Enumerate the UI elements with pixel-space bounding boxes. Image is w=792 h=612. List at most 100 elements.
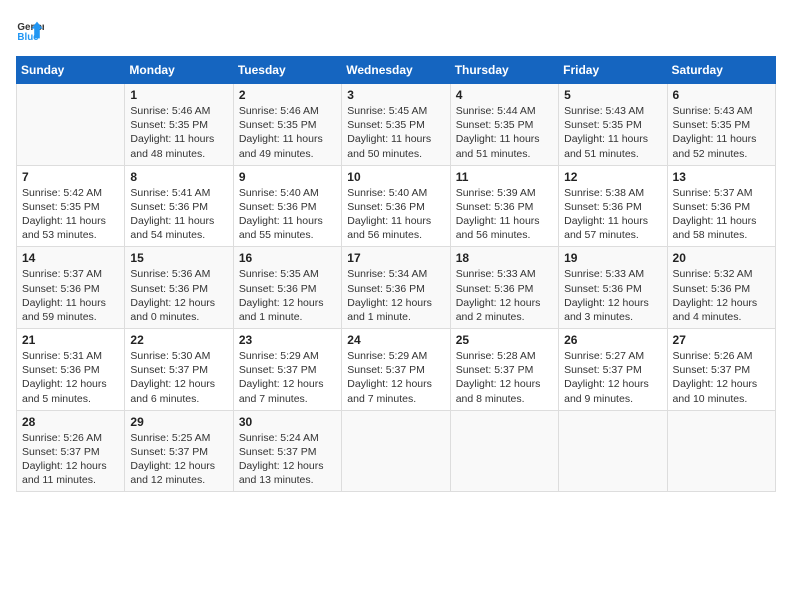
calendar-cell: 30 Sunrise: 5:24 AM Sunset: 5:37 PM Dayli… (233, 410, 341, 492)
day-number: 17 (347, 251, 444, 265)
day-number: 21 (22, 333, 119, 347)
day-info: Sunrise: 5:34 AM Sunset: 5:36 PM Dayligh… (347, 267, 444, 324)
calendar-cell: 9 Sunrise: 5:40 AM Sunset: 5:36 PM Daylig… (233, 165, 341, 247)
day-info: Sunrise: 5:41 AM Sunset: 5:36 PM Dayligh… (130, 186, 227, 243)
day-number: 22 (130, 333, 227, 347)
header-saturday: Saturday (667, 57, 775, 84)
day-info: Sunrise: 5:27 AM Sunset: 5:37 PM Dayligh… (564, 349, 661, 406)
calendar-cell: 24 Sunrise: 5:29 AM Sunset: 5:37 PM Dayli… (342, 329, 450, 411)
day-number: 23 (239, 333, 336, 347)
day-number: 18 (456, 251, 553, 265)
calendar-cell: 14Sunrise: 5:37 AM Sunset: 5:36 PM Dayli… (17, 247, 125, 329)
calendar-cell: 22 Sunrise: 5:30 AM Sunset: 5:37 PM Dayli… (125, 329, 233, 411)
day-info: Sunrise: 5:36 AM Sunset: 5:36 PM Dayligh… (130, 267, 227, 324)
day-number: 13 (673, 170, 770, 184)
header-thursday: Thursday (450, 57, 558, 84)
day-info: Sunrise: 5:25 AM Sunset: 5:37 PM Dayligh… (130, 431, 227, 488)
calendar-cell: 6 Sunrise: 5:43 AM Sunset: 5:35 PM Daylig… (667, 84, 775, 166)
page-header: General Blue (16, 16, 776, 44)
day-number: 1 (130, 88, 227, 102)
calendar-week-row: 7Sunrise: 5:42 AM Sunset: 5:35 PM Daylig… (17, 165, 776, 247)
calendar-week-row: 1 Sunrise: 5:46 AM Sunset: 5:35 PM Daylig… (17, 84, 776, 166)
day-number: 2 (239, 88, 336, 102)
calendar-cell: 29 Sunrise: 5:25 AM Sunset: 5:37 PM Dayli… (125, 410, 233, 492)
day-info: Sunrise: 5:33 AM Sunset: 5:36 PM Dayligh… (456, 267, 553, 324)
calendar-cell: 7Sunrise: 5:42 AM Sunset: 5:35 PM Daylig… (17, 165, 125, 247)
calendar-cell: 18 Sunrise: 5:33 AM Sunset: 5:36 PM Dayli… (450, 247, 558, 329)
calendar-cell: 1Sunrise: 5:46 AM Sunset: 5:35 PM Daylig… (125, 84, 233, 166)
calendar-cell: 4 Sunrise: 5:44 AM Sunset: 5:35 PM Daylig… (450, 84, 558, 166)
calendar-cell: 2 Sunrise: 5:46 AM Sunset: 5:35 PM Daylig… (233, 84, 341, 166)
day-info: Sunrise: 5:33 AM Sunset: 5:36 PM Dayligh… (564, 267, 661, 324)
calendar-cell: 10 Sunrise: 5:40 AM Sunset: 5:36 PM Dayli… (342, 165, 450, 247)
day-info: Sunrise: 5:32 AM Sunset: 5:36 PM Dayligh… (673, 267, 770, 324)
day-number: 5 (564, 88, 661, 102)
day-info: Sunrise: 5:38 AM Sunset: 5:36 PM Dayligh… (564, 186, 661, 243)
calendar-week-row: 21 Sunrise: 5:31 AM Sunset: 5:36 PM Dayli… (17, 329, 776, 411)
header-tuesday: Tuesday (233, 57, 341, 84)
day-number: 4 (456, 88, 553, 102)
day-info: Sunrise: 5:35 AM Sunset: 5:36 PM Dayligh… (239, 267, 336, 324)
day-number: 12 (564, 170, 661, 184)
calendar-cell: 8 Sunrise: 5:41 AM Sunset: 5:36 PM Daylig… (125, 165, 233, 247)
day-number: 9 (239, 170, 336, 184)
calendar-week-row: 28 Sunrise: 5:26 AM Sunset: 5:37 PM Dayli… (17, 410, 776, 492)
day-info: Sunrise: 5:31 AM Sunset: 5:36 PM Dayligh… (22, 349, 119, 406)
calendar-cell: 25 Sunrise: 5:28 AM Sunset: 5:37 PM Dayli… (450, 329, 558, 411)
calendar-cell: 19 Sunrise: 5:33 AM Sunset: 5:36 PM Dayli… (559, 247, 667, 329)
day-number: 20 (673, 251, 770, 265)
calendar-cell: 28 Sunrise: 5:26 AM Sunset: 5:37 PM Dayli… (17, 410, 125, 492)
day-number: 27 (673, 333, 770, 347)
calendar-cell (667, 410, 775, 492)
header-monday: Monday (125, 57, 233, 84)
calendar-cell: 12 Sunrise: 5:38 AM Sunset: 5:36 PM Dayli… (559, 165, 667, 247)
calendar-cell (342, 410, 450, 492)
day-info: Sunrise: 5:29 AM Sunset: 5:37 PM Dayligh… (239, 349, 336, 406)
day-info: Sunrise: 5:26 AM Sunset: 5:37 PM Dayligh… (673, 349, 770, 406)
calendar-cell: 20 Sunrise: 5:32 AM Sunset: 5:36 PM Dayli… (667, 247, 775, 329)
day-number: 28 (22, 415, 119, 429)
day-number: 19 (564, 251, 661, 265)
calendar-cell: 26Sunrise: 5:27 AM Sunset: 5:37 PM Dayli… (559, 329, 667, 411)
calendar-cell (17, 84, 125, 166)
day-number: 15 (130, 251, 227, 265)
day-info: Sunrise: 5:46 AM Sunset: 5:35 PM Dayligh… (239, 104, 336, 161)
calendar-cell: 27 Sunrise: 5:26 AM Sunset: 5:37 PM Dayli… (667, 329, 775, 411)
day-info: Sunrise: 5:29 AM Sunset: 5:37 PM Dayligh… (347, 349, 444, 406)
calendar-cell: 17 Sunrise: 5:34 AM Sunset: 5:36 PM Dayli… (342, 247, 450, 329)
day-number: 24 (347, 333, 444, 347)
day-info: Sunrise: 5:40 AM Sunset: 5:36 PM Dayligh… (347, 186, 444, 243)
day-info: Sunrise: 5:43 AM Sunset: 5:35 PM Dayligh… (673, 104, 770, 161)
day-info: Sunrise: 5:40 AM Sunset: 5:36 PM Dayligh… (239, 186, 336, 243)
calendar-cell: 16 Sunrise: 5:35 AM Sunset: 5:36 PM Dayli… (233, 247, 341, 329)
day-number: 3 (347, 88, 444, 102)
day-info: Sunrise: 5:44 AM Sunset: 5:35 PM Dayligh… (456, 104, 553, 161)
calendar-cell: 3 Sunrise: 5:45 AM Sunset: 5:35 PM Daylig… (342, 84, 450, 166)
day-info: Sunrise: 5:42 AM Sunset: 5:35 PM Dayligh… (22, 186, 119, 243)
calendar-cell: 21 Sunrise: 5:31 AM Sunset: 5:36 PM Dayli… (17, 329, 125, 411)
day-number: 30 (239, 415, 336, 429)
header-wednesday: Wednesday (342, 57, 450, 84)
calendar-week-row: 14Sunrise: 5:37 AM Sunset: 5:36 PM Dayli… (17, 247, 776, 329)
day-number: 10 (347, 170, 444, 184)
day-number: 8 (130, 170, 227, 184)
day-number: 29 (130, 415, 227, 429)
day-number: 6 (673, 88, 770, 102)
day-info: Sunrise: 5:28 AM Sunset: 5:37 PM Dayligh… (456, 349, 553, 406)
logo: General Blue (16, 16, 44, 44)
day-info: Sunrise: 5:24 AM Sunset: 5:37 PM Dayligh… (239, 431, 336, 488)
day-info: Sunrise: 5:45 AM Sunset: 5:35 PM Dayligh… (347, 104, 444, 161)
day-number: 25 (456, 333, 553, 347)
logo-icon: General Blue (16, 16, 44, 44)
day-info: Sunrise: 5:30 AM Sunset: 5:37 PM Dayligh… (130, 349, 227, 406)
day-info: Sunrise: 5:37 AM Sunset: 5:36 PM Dayligh… (22, 267, 119, 324)
calendar-cell: 11Sunrise: 5:39 AM Sunset: 5:36 PM Dayli… (450, 165, 558, 247)
day-info: Sunrise: 5:43 AM Sunset: 5:35 PM Dayligh… (564, 104, 661, 161)
day-number: 11 (456, 170, 553, 184)
header-sunday: Sunday (17, 57, 125, 84)
header-friday: Friday (559, 57, 667, 84)
day-info: Sunrise: 5:26 AM Sunset: 5:37 PM Dayligh… (22, 431, 119, 488)
day-number: 16 (239, 251, 336, 265)
calendar-cell: 15 Sunrise: 5:36 AM Sunset: 5:36 PM Dayli… (125, 247, 233, 329)
calendar-header-row: SundayMondayTuesdayWednesdayThursdayFrid… (17, 57, 776, 84)
